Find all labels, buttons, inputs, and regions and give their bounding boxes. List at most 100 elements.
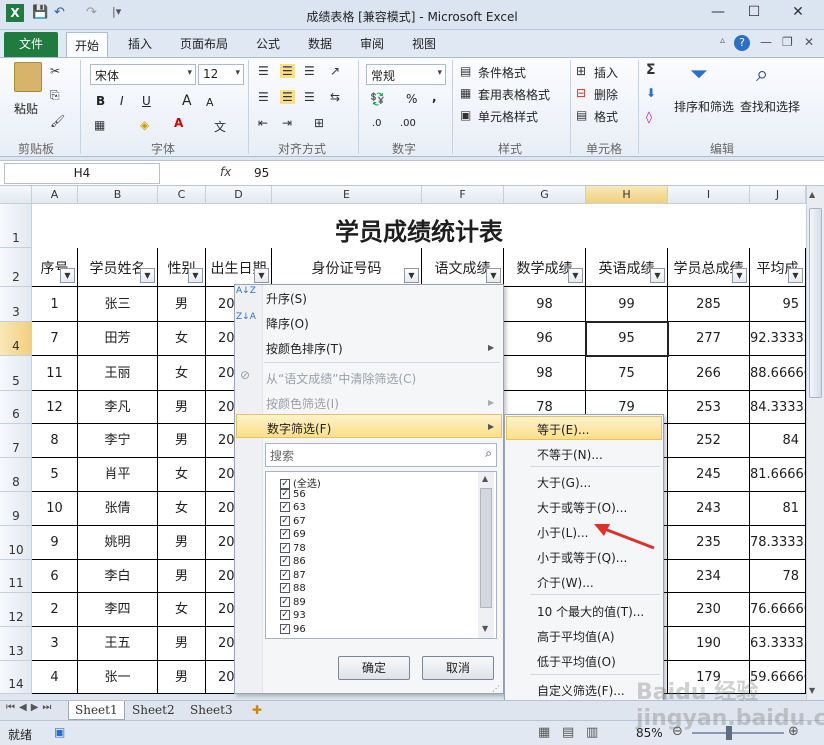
shrink-font-button[interactable]: A xyxy=(206,96,214,109)
table-cell[interactable]: 男 xyxy=(158,560,206,593)
conditional-format-button[interactable]: 条件格式 xyxy=(478,64,526,81)
table-cell[interactable]: 男 xyxy=(158,287,206,322)
filter-value-item[interactable]: ✓ 78 xyxy=(280,542,306,554)
table-cell[interactable]: 李宁 xyxy=(78,424,158,458)
submenu-item[interactable]: 10 个最大的值(T)... xyxy=(537,603,644,620)
close-workbook-icon[interactable]: ✕ xyxy=(804,35,814,49)
header-cell[interactable]: 英语成绩 ▼ xyxy=(586,248,668,287)
filter-dropdown-icon[interactable]: ▼ xyxy=(568,268,583,283)
row-header-1[interactable]: 1 xyxy=(0,204,32,248)
format-painter-icon[interactable]: 🖌 xyxy=(50,114,65,128)
find-select-icon[interactable]: ⌕ xyxy=(756,62,768,87)
header-cell[interactable]: 序号 ▼ xyxy=(32,248,78,287)
table-cell[interactable]: 4 xyxy=(32,661,78,694)
zoom-slider-thumb[interactable] xyxy=(726,726,732,740)
scroll-down-icon[interactable]: ▼ xyxy=(809,686,815,695)
table-cell[interactable]: 81.66666 xyxy=(750,458,806,492)
align-middle-icon[interactable]: ☰ xyxy=(280,64,295,78)
sort-filter-icon[interactable]: ⏷ xyxy=(690,62,708,87)
clear-icon[interactable]: ◊ xyxy=(646,110,652,124)
table-cell[interactable]: 女 xyxy=(158,492,206,526)
table-cell[interactable]: 1 xyxy=(32,287,78,322)
filter-dropdown-icon[interactable]: ▼ xyxy=(486,268,501,283)
table-cell[interactable]: 6 xyxy=(32,560,78,593)
row-header-7[interactable]: 7 xyxy=(0,424,32,458)
checkbox-icon[interactable]: ✓ xyxy=(280,479,290,489)
minimize-icon[interactable]: — xyxy=(704,4,732,24)
table-cell[interactable]: 7 xyxy=(32,322,78,356)
row-header-9[interactable]: 9 xyxy=(0,492,32,526)
table-cell[interactable]: 3 xyxy=(32,627,78,661)
submenu-item[interactable]: 不等于(N)... xyxy=(537,446,603,463)
merge-center-icon[interactable]: ⊞ xyxy=(314,116,324,130)
tab-formulas[interactable]: 公式 xyxy=(256,35,280,52)
checkbox-icon[interactable]: ✓ xyxy=(280,542,290,553)
filter-dropdown-icon[interactable]: ▼ xyxy=(140,268,155,283)
checkbox-icon[interactable]: ✓ xyxy=(280,488,290,499)
table-cell[interactable]: 女 xyxy=(158,593,206,627)
table-cell[interactable]: 78 xyxy=(750,560,806,593)
table-cell[interactable]: 84.33333 xyxy=(750,391,806,424)
normal-view-icon[interactable]: ▦ xyxy=(538,725,550,740)
decrease-indent-icon[interactable]: ⇤ xyxy=(258,116,268,130)
align-bottom-icon[interactable]: ☰ xyxy=(304,64,315,78)
align-left-icon[interactable]: ☰ xyxy=(258,90,269,104)
table-cell[interactable]: 李凡 xyxy=(78,391,158,424)
header-cell[interactable]: 学员总成绩 ▼ xyxy=(668,248,750,287)
filter-dropdown-icon[interactable]: ▼ xyxy=(60,268,75,283)
table-cell[interactable]: 12 xyxy=(32,391,78,424)
conditional-format-icon[interactable]: ▤ xyxy=(460,64,471,78)
row-header-12[interactable]: 12 xyxy=(0,593,32,627)
align-top-icon[interactable]: ☰ xyxy=(258,64,269,78)
row-header-2[interactable]: 2 xyxy=(0,248,32,287)
table-cell[interactable]: 10 xyxy=(32,492,78,526)
header-cell[interactable]: 学员姓名 ▼ xyxy=(78,248,158,287)
header-cell[interactable]: 语文成绩 ▼ xyxy=(422,248,504,287)
vertical-scrollbar[interactable]: ▲ ▼ xyxy=(806,186,824,700)
checkbox-icon[interactable]: ✓ xyxy=(280,502,290,512)
row-header-14[interactable]: 14 xyxy=(0,661,32,694)
filter-value-item[interactable]: ✓ 63 xyxy=(280,502,306,513)
header-cell[interactable]: 平均成 ▼ xyxy=(750,248,806,287)
table-cell[interactable]: 王五 xyxy=(78,627,158,661)
fill-color-icon[interactable]: ◈ xyxy=(140,118,149,132)
table-cell[interactable]: 88.66666 xyxy=(750,356,806,391)
table-cell[interactable]: 98 xyxy=(504,287,586,322)
filter-dropdown-icon[interactable]: ▼ xyxy=(650,268,665,283)
cell-styles-button[interactable]: 单元格样式 xyxy=(478,108,538,125)
column-header-b[interactable]: B xyxy=(78,186,158,204)
filter-value-item[interactable]: ✓ 96 xyxy=(280,623,306,635)
table-cell[interactable]: 11 xyxy=(32,356,78,391)
table-cell[interactable]: 5 xyxy=(32,458,78,492)
table-cell[interactable]: 235 xyxy=(668,526,750,560)
bold-button[interactable]: B xyxy=(96,94,105,108)
checkbox-icon[interactable]: ✓ xyxy=(280,529,290,539)
column-header-j[interactable]: J xyxy=(750,186,806,204)
submenu-item[interactable]: 大于(G)... xyxy=(537,474,591,491)
increase-decimal-button[interactable]: .0 xyxy=(372,118,382,129)
row-header-10[interactable]: 10 xyxy=(0,526,32,560)
table-cell[interactable]: 230 xyxy=(668,593,750,627)
filter-dropdown-icon[interactable]: ▼ xyxy=(188,268,203,283)
table-cell[interactable]: 253 xyxy=(668,391,750,424)
table-cell[interactable]: 张一 xyxy=(78,661,158,694)
row-header-5[interactable]: 5 xyxy=(0,356,32,391)
font-color-icon[interactable]: A xyxy=(174,116,183,130)
table-cell[interactable]: 2 xyxy=(32,593,78,627)
sort-filter-button[interactable]: 排序和筛选 xyxy=(674,98,734,115)
table-cell[interactable]: 李白 xyxy=(78,560,158,593)
menu-sort-descending[interactable]: 降序(O) xyxy=(266,315,309,332)
sheet-tab-3[interactable]: Sheet3 xyxy=(184,701,239,720)
filter-value-item[interactable]: ✓ 89 xyxy=(280,596,306,608)
table-cell[interactable]: 190 xyxy=(668,627,750,661)
filter-value-item[interactable]: ✓ 87 xyxy=(280,569,306,581)
row-header-3[interactable]: 3 xyxy=(0,287,32,322)
table-cell[interactable]: 59.66666 xyxy=(750,661,806,694)
sheet-nav-icon[interactable]: ⏮◀▶⏭ xyxy=(6,702,55,713)
decrease-decimal-button[interactable]: .00 xyxy=(400,118,416,129)
restore-window-icon[interactable]: ❐ xyxy=(782,35,793,49)
macro-record-icon[interactable]: ▣ xyxy=(54,725,65,739)
border-icon[interactable]: ▦ xyxy=(94,118,105,132)
table-cell[interactable]: 234 xyxy=(668,560,750,593)
autosum-icon[interactable]: Σ xyxy=(646,62,656,78)
